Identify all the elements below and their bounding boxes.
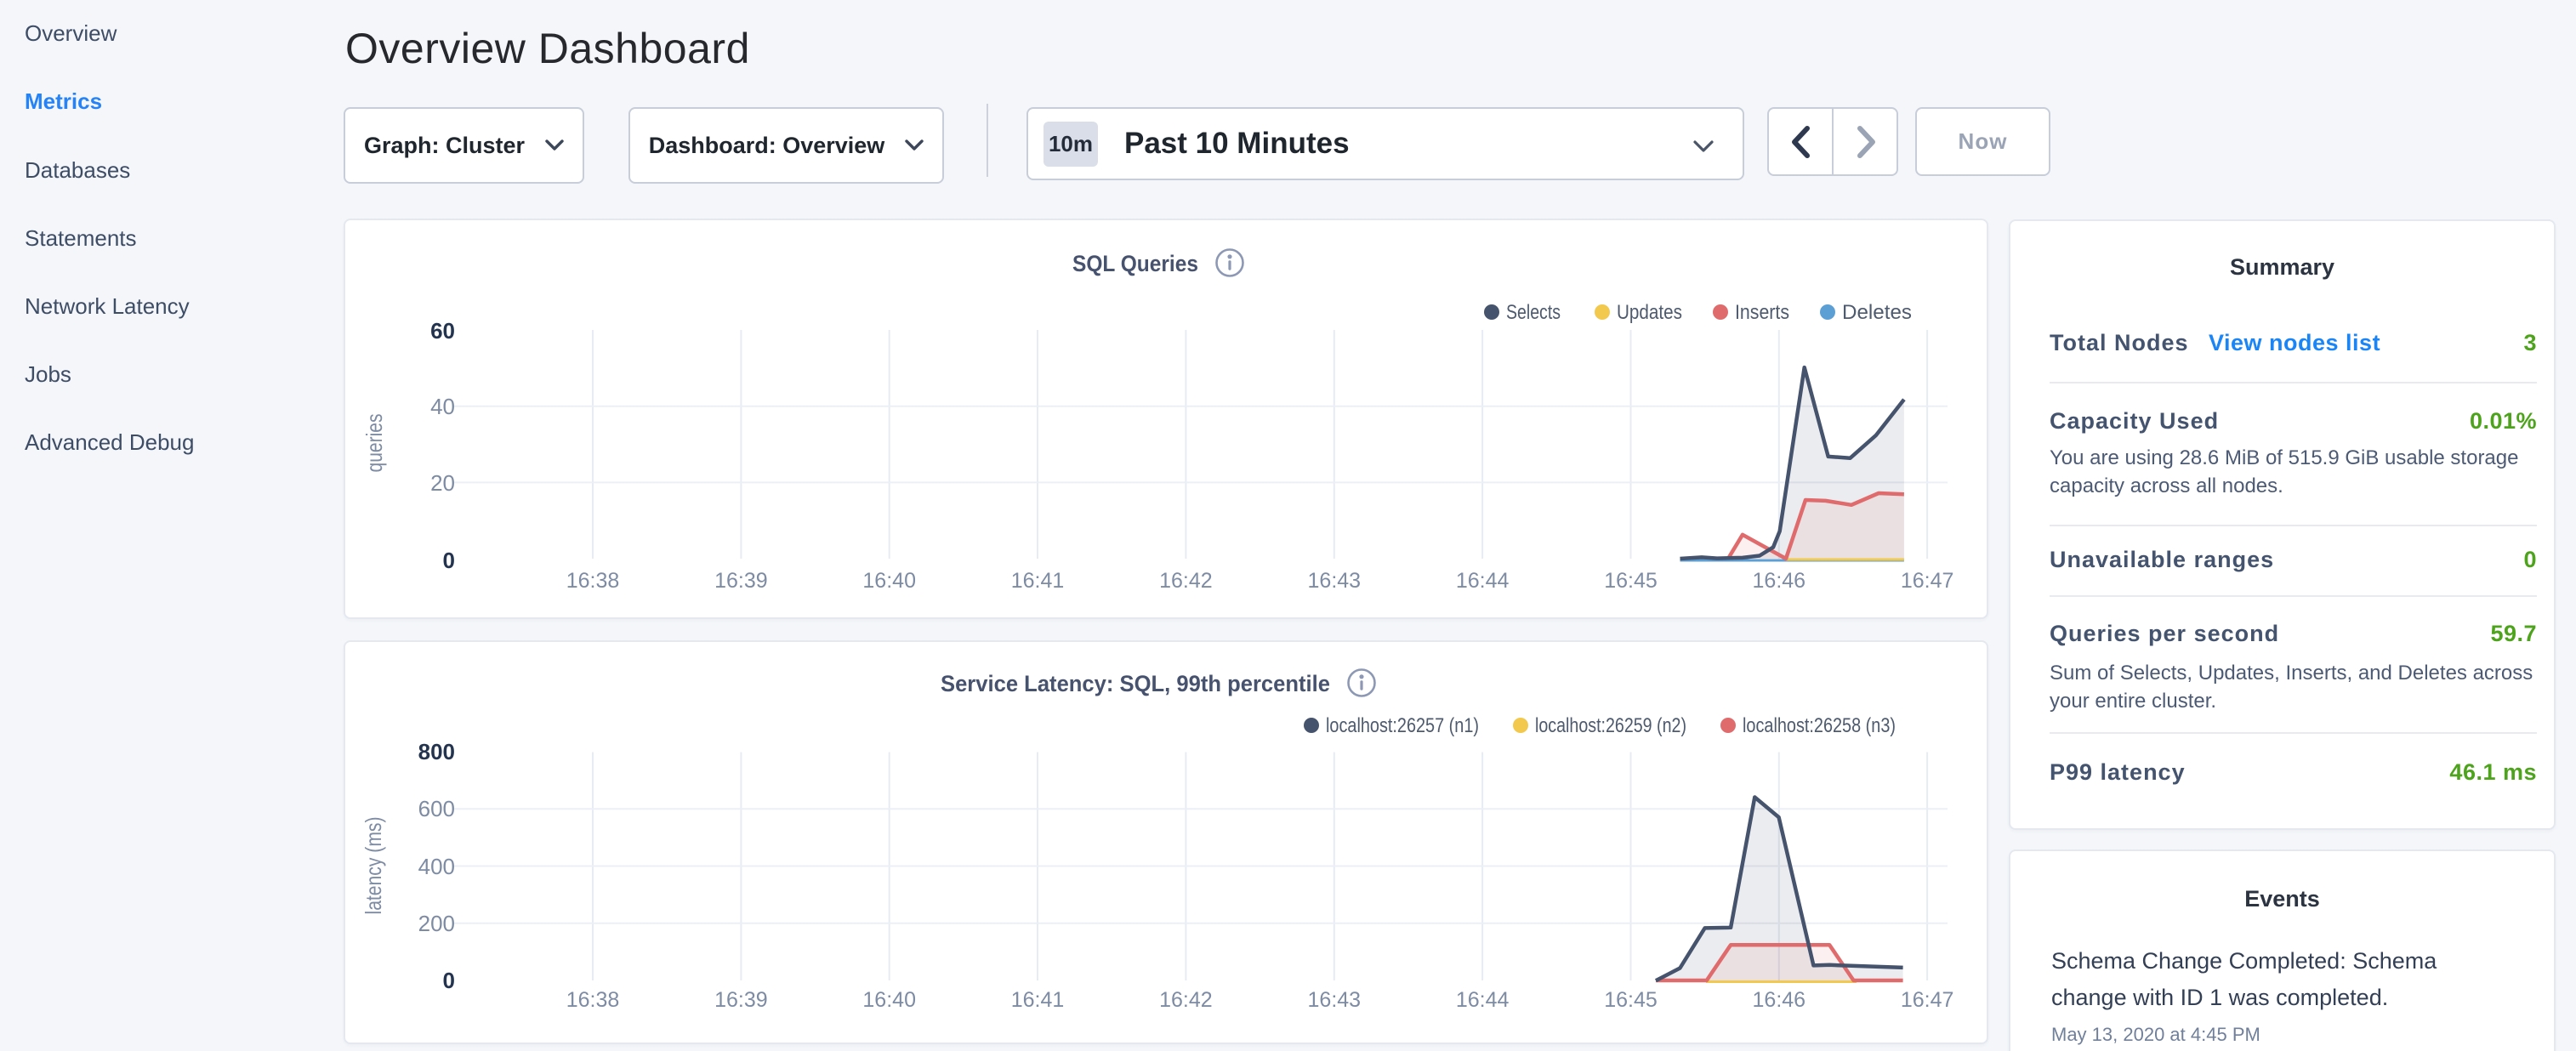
svg-text:localhost:26258 (n3): localhost:26258 (n3) xyxy=(1743,714,1896,737)
svg-text:Updates: Updates xyxy=(1617,301,1682,324)
svg-text:0: 0 xyxy=(443,968,455,993)
svg-text:40: 40 xyxy=(430,394,455,419)
svg-text:0: 0 xyxy=(443,548,455,573)
svg-text:16:40: 16:40 xyxy=(862,988,916,1012)
svg-text:20: 20 xyxy=(430,470,455,496)
svg-text:16:38: 16:38 xyxy=(566,988,620,1012)
svg-text:queries: queries xyxy=(361,414,387,473)
svg-text:16:46: 16:46 xyxy=(1753,988,1806,1012)
svg-text:16:47: 16:47 xyxy=(1901,569,1954,593)
svg-text:Selects: Selects xyxy=(1506,301,1561,324)
svg-text:16:44: 16:44 xyxy=(1456,569,1510,593)
svg-text:16:38: 16:38 xyxy=(566,569,620,593)
svg-text:Service Latency: SQL, 99th per: Service Latency: SQL, 99th percentile xyxy=(941,671,1330,696)
svg-text:16:46: 16:46 xyxy=(1753,569,1806,593)
svg-text:16:45: 16:45 xyxy=(1604,988,1658,1012)
svg-text:16:45: 16:45 xyxy=(1604,569,1658,593)
svg-text:Deletes: Deletes xyxy=(1842,301,1912,324)
svg-text:200: 200 xyxy=(418,911,455,936)
svg-text:localhost:26257 (n1): localhost:26257 (n1) xyxy=(1326,714,1479,737)
svg-text:16:41: 16:41 xyxy=(1011,569,1065,593)
svg-text:16:44: 16:44 xyxy=(1456,988,1510,1012)
svg-text:16:40: 16:40 xyxy=(862,569,916,593)
svg-text:60: 60 xyxy=(430,318,455,344)
svg-text:16:47: 16:47 xyxy=(1901,988,1954,1012)
svg-text:16:39: 16:39 xyxy=(714,569,768,593)
svg-text:16:41: 16:41 xyxy=(1011,988,1065,1012)
svg-text:Inserts: Inserts xyxy=(1735,301,1789,324)
svg-text:800: 800 xyxy=(418,739,455,764)
svg-text:600: 600 xyxy=(418,796,455,821)
svg-text:16:39: 16:39 xyxy=(714,988,768,1012)
svg-text:latency (ms): latency (ms) xyxy=(361,817,386,915)
svg-text:400: 400 xyxy=(418,854,455,879)
svg-text:SQL Queries: SQL Queries xyxy=(1072,251,1198,276)
svg-text:16:43: 16:43 xyxy=(1308,988,1362,1012)
svg-text:localhost:26259 (n2): localhost:26259 (n2) xyxy=(1535,714,1686,737)
svg-text:16:43: 16:43 xyxy=(1308,569,1362,593)
svg-text:16:42: 16:42 xyxy=(1159,988,1213,1012)
svg-text:16:42: 16:42 xyxy=(1159,569,1213,593)
